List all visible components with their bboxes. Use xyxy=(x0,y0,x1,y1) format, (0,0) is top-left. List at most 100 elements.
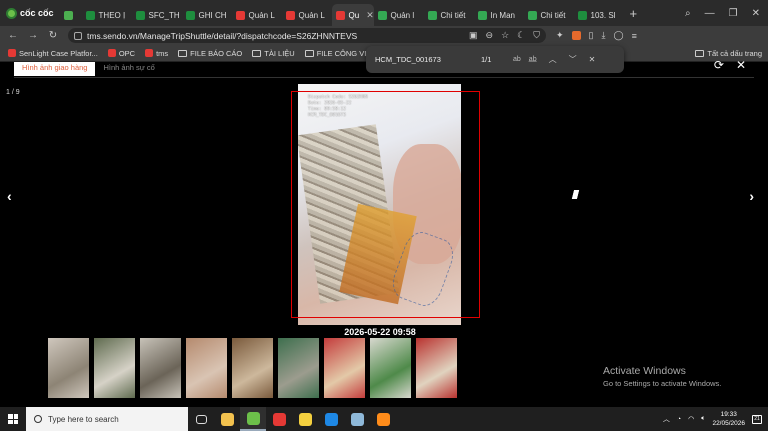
taskbar-app[interactable] xyxy=(214,407,240,431)
bookmark-star-icon[interactable]: ☆ xyxy=(501,30,509,41)
bookmark-item[interactable]: SenLight Case Platfor... xyxy=(8,49,98,58)
browser-tab-strip: cốc cốc THEO Ị SFC_TH GHI CH Quản L Quản L Qu… xyxy=(0,0,768,26)
browser-tab[interactable]: THEO Ị xyxy=(82,4,132,26)
zoom-icon[interactable]: ⊖ xyxy=(486,30,494,41)
whole-word-toggle[interactable]: a̲b̲ xyxy=(529,56,537,63)
wifi-icon[interactable]: ◠ xyxy=(688,415,694,423)
file-explorer-icon xyxy=(220,412,234,426)
network-icon[interactable]: ◔ xyxy=(677,416,681,423)
folder-icon xyxy=(178,49,188,57)
image-thumbnail[interactable] xyxy=(324,338,365,398)
taskbar-app[interactable] xyxy=(370,407,396,431)
extension-icon[interactable] xyxy=(571,31,581,40)
bookmark-label: TÀI LIỆU xyxy=(264,48,295,58)
browser-tab[interactable]: SFC_TH xyxy=(132,4,182,26)
browser-tab[interactable]: Chi tiết xyxy=(524,4,574,26)
browser-tab-label: Quản l xyxy=(390,10,415,20)
find-next-icon[interactable]: ﹀ xyxy=(569,54,577,65)
tab-favicon-icon xyxy=(235,10,245,20)
image-thumbnail[interactable] xyxy=(186,338,227,398)
maximize-button[interactable]: ❐ xyxy=(729,8,738,19)
minimize-button[interactable]: — xyxy=(705,8,715,19)
match-case-toggle[interactable]: ab xyxy=(513,56,521,63)
image-thumbnail[interactable] xyxy=(140,338,181,398)
image-thumbnail[interactable] xyxy=(370,338,411,398)
activate-subtitle: Go to Settings to activate Windows. xyxy=(603,379,722,388)
browser-tab[interactable]: Qu ✕ xyxy=(331,4,374,26)
shield-icon[interactable]: ⛉ xyxy=(533,30,540,41)
browser-tab[interactable]: Quản l xyxy=(374,4,424,26)
taskbar-app[interactable] xyxy=(318,407,344,431)
close-viewer-icon[interactable]: ✕ xyxy=(736,58,746,72)
download-icon[interactable]: ⤓ xyxy=(602,30,606,41)
image-thumbnail[interactable] xyxy=(416,338,457,398)
bookmark-label: OPC xyxy=(118,48,136,58)
browser-tab[interactable]: GHI CH xyxy=(182,4,232,26)
taskbar-app[interactable] xyxy=(292,407,318,431)
find-in-page-bar: HCM_TDC_001673 1/1 ab a̲b̲ ︿ ﹀ ✕ xyxy=(366,46,624,73)
close-window-button[interactable]: ✕ xyxy=(752,8,760,19)
volume-icon[interactable]: 🔈︎ xyxy=(701,415,705,423)
sidebar-icon[interactable]: ▯ xyxy=(589,30,594,41)
menu-icon[interactable]: ≡ xyxy=(632,31,637,41)
browser-tab[interactable]: 103. Sl xyxy=(574,4,624,26)
browser-tab[interactable] xyxy=(60,4,82,26)
clock[interactable]: 19:33 22/05/2026 xyxy=(712,410,745,428)
bookmark-item[interactable]: tms xyxy=(145,49,168,58)
browser-tab[interactable]: Quản L xyxy=(232,4,282,26)
browser-tab[interactable]: In Man xyxy=(474,4,524,26)
profile-icon[interactable]: ◯ xyxy=(613,30,623,41)
tab-incident-images[interactable]: Hình ảnh sự cố xyxy=(95,62,162,76)
find-close-icon[interactable]: ✕ xyxy=(589,55,596,64)
tab-favicon-icon xyxy=(285,10,295,20)
browser-logo[interactable]: cốc cốc xyxy=(0,0,60,26)
windows-taskbar: Type here to search ︿ ◔ ◠ 🔈︎ 19:33 22/05… xyxy=(0,407,768,431)
bookmark-item[interactable]: FILE BÁO CÁO xyxy=(178,49,242,58)
search-icon xyxy=(34,415,42,423)
tab-favicon-icon xyxy=(335,10,345,20)
reload-button[interactable]: ↻ xyxy=(44,30,62,41)
all-bookmarks[interactable]: Tất cả dấu trang xyxy=(695,49,762,58)
find-prev-icon[interactable]: ︿ xyxy=(549,54,557,65)
browser-tab[interactable]: Quản L xyxy=(282,4,332,26)
image-thumbnail[interactable] xyxy=(94,338,135,398)
bookmark-item[interactable]: TÀI LIỆU xyxy=(252,48,295,58)
back-button[interactable]: ← xyxy=(4,30,22,41)
coccoc-icon xyxy=(246,411,260,425)
bookmark-item[interactable]: OPC xyxy=(107,48,136,58)
dark-mode-icon[interactable]: ☾ xyxy=(517,30,525,41)
close-tab-icon[interactable]: ✕ xyxy=(366,10,373,21)
next-image-button[interactable]: › xyxy=(749,188,754,204)
rotate-icon[interactable]: ⟳ xyxy=(714,58,724,72)
browser-tab-label: THEO Ị xyxy=(98,10,126,20)
tab-delivery-images[interactable]: Hình ảnh giao hàng xyxy=(14,62,96,76)
taskbar-app[interactable] xyxy=(266,407,292,431)
notification-button[interactable]: 21 xyxy=(752,414,762,424)
browser-tab[interactable]: Chi tiết xyxy=(424,4,474,26)
forward-button[interactable]: → xyxy=(24,30,42,41)
taskbar-app[interactable] xyxy=(240,407,266,431)
taskbar-search[interactable]: Type here to search xyxy=(26,407,188,431)
image-thumbnail[interactable] xyxy=(232,338,273,398)
browser-tab-label: Chi tiết xyxy=(540,10,566,20)
taskbar-app[interactable] xyxy=(344,407,370,431)
tab-search-icon[interactable]: ⌕ xyxy=(685,8,691,19)
taskbar-app[interactable] xyxy=(188,407,214,431)
thumbnail-strip xyxy=(48,338,457,398)
tray-chevron-icon[interactable]: ︿ xyxy=(663,414,670,424)
find-input[interactable]: HCM_TDC_001673 xyxy=(375,55,475,64)
page-translate-icon[interactable]: ▣ xyxy=(469,30,478,41)
address-bar[interactable]: tms.sendo.vn/ManageTripShuttle/detail/?d… xyxy=(68,28,546,43)
folder-icon xyxy=(252,49,262,57)
prev-image-button[interactable]: ‹ xyxy=(7,188,12,204)
browser-tab-label: Quản L xyxy=(248,10,275,20)
folder-icon xyxy=(695,49,705,57)
sendo-icon xyxy=(107,49,116,57)
start-button[interactable] xyxy=(0,414,26,424)
image-thumbnail[interactable] xyxy=(278,338,319,398)
extensions-icon[interactable]: ✦ xyxy=(556,30,564,41)
site-info-icon[interactable] xyxy=(74,31,82,40)
image-thumbnail[interactable] xyxy=(48,338,89,398)
new-tab-button[interactable]: + xyxy=(624,6,644,21)
highlight-frame xyxy=(291,91,480,318)
